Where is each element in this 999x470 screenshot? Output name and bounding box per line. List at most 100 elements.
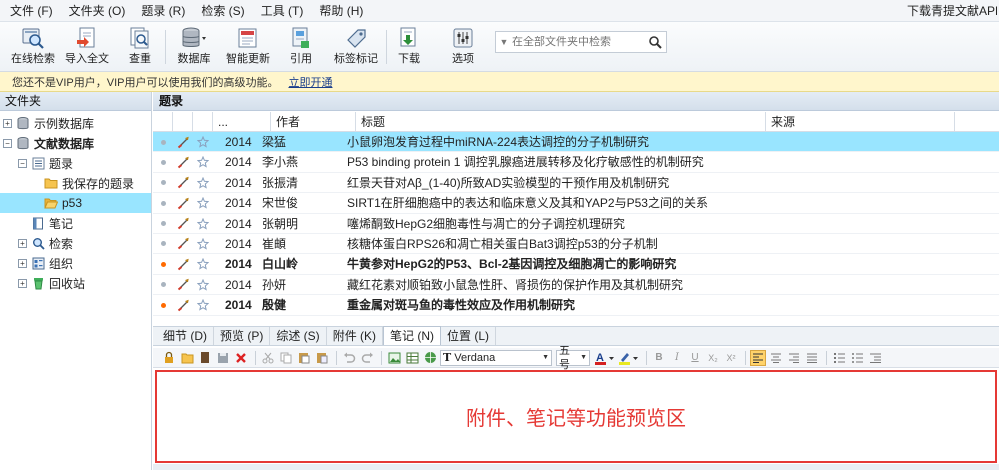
expand-icon[interactable]: + xyxy=(18,258,27,268)
folder-item-my-saved[interactable]: 我保存的题录 xyxy=(44,173,151,193)
insert-image-icon[interactable] xyxy=(386,350,402,366)
lock-icon[interactable] xyxy=(161,350,177,366)
attachment-icon[interactable] xyxy=(173,254,193,274)
superscript-icon[interactable]: X² xyxy=(723,350,739,366)
tab-preview[interactable]: 预览 (P) xyxy=(214,327,271,345)
numbered-list-icon[interactable] xyxy=(831,350,847,366)
attachment-icon[interactable] xyxy=(173,214,193,234)
table-row[interactable]: 2014 张振清 红景天苷对Aβ_(1-40)所致AD实验模型的干预作用及机制研究 xyxy=(153,173,999,194)
attachment-icon[interactable] xyxy=(173,275,193,295)
delete-icon[interactable] xyxy=(233,350,249,366)
folder-item-sample-database[interactable]: + 示例数据库 xyxy=(3,113,151,133)
redo-icon[interactable] xyxy=(359,350,375,366)
star-icon[interactable] xyxy=(193,132,213,152)
duplicate-check-button[interactable]: 查重 xyxy=(120,25,160,69)
tab-details[interactable]: 细节 (D) xyxy=(157,327,214,345)
menu-tools[interactable]: 工具 (T) xyxy=(253,0,312,22)
star-icon[interactable] xyxy=(193,254,213,274)
collapse-icon[interactable]: − xyxy=(18,158,27,168)
folder-item-recycle-bin[interactable]: + 回收站 xyxy=(18,273,151,293)
folder-item-literature-database[interactable]: − 文献数据库 xyxy=(3,133,151,153)
attachment-icon[interactable] xyxy=(173,234,193,254)
star-icon[interactable] xyxy=(193,275,213,295)
vip-activate-link[interactable]: 立即开通 xyxy=(288,74,332,90)
indent-icon[interactable] xyxy=(867,350,883,366)
attachment-icon[interactable] xyxy=(173,132,193,152)
align-right-icon[interactable] xyxy=(786,350,802,366)
underline-icon[interactable]: U xyxy=(687,350,703,366)
column-star[interactable] xyxy=(193,112,213,132)
expand-icon[interactable]: + xyxy=(18,278,27,288)
column-author-header[interactable]: 作者 xyxy=(271,112,356,132)
subscript-icon[interactable]: X₂ xyxy=(705,350,721,366)
align-justify-icon[interactable] xyxy=(804,350,820,366)
bullet-list-icon[interactable] xyxy=(849,350,865,366)
expand-icon[interactable]: + xyxy=(18,238,27,248)
save-icon[interactable] xyxy=(215,350,231,366)
column-title-header[interactable]: 标题 xyxy=(356,112,766,132)
table-row[interactable]: 2014 张朝明 噻烯酮致HepG2细胞毒性与凋亡的分子调控机理研究 xyxy=(153,214,999,234)
star-icon[interactable] xyxy=(193,152,213,172)
column-attachment[interactable] xyxy=(173,112,193,132)
insert-link-icon[interactable] xyxy=(422,350,438,366)
align-center-icon[interactable] xyxy=(768,350,784,366)
table-row[interactable]: 2014 殷健 重金属对斑马鱼的毒性效应及作用机制研究 xyxy=(153,295,999,316)
column-read-status[interactable] xyxy=(153,112,173,132)
menu-help[interactable]: 帮助 (H) xyxy=(311,0,371,22)
tab-notes[interactable]: 笔记 (N) xyxy=(383,326,442,345)
column-year-header[interactable]: ... xyxy=(213,112,271,132)
column-source-header[interactable]: 来源 xyxy=(766,112,955,132)
cut-icon[interactable] xyxy=(260,350,276,366)
search-icon[interactable] xyxy=(644,35,666,49)
bold-icon[interactable]: B xyxy=(651,350,667,366)
import-fulltext-button[interactable]: 导入全文 xyxy=(62,25,112,69)
star-icon[interactable] xyxy=(193,234,213,254)
menu-folder[interactable]: 文件夹 (O) xyxy=(61,0,134,22)
attachment-icon[interactable] xyxy=(173,173,193,193)
notes-preview-area[interactable]: 附件、笔记等功能预览区 xyxy=(155,370,997,463)
attachment-icon[interactable] xyxy=(173,193,193,213)
tab-summary[interactable]: 综述 (S) xyxy=(270,327,327,345)
menu-reference[interactable]: 题录 (R) xyxy=(133,0,193,22)
search-input[interactable] xyxy=(512,36,644,48)
paste-special-icon[interactable] xyxy=(314,350,330,366)
table-row[interactable]: 2014 梁猛 小鼠卵泡发育过程中miRNA-224表达调控的分子机制研究 xyxy=(153,132,999,153)
read-status-icon[interactable] xyxy=(153,295,173,315)
read-status-icon[interactable] xyxy=(153,214,173,234)
table-row[interactable]: 2014 李小燕 P53 binding protein 1 调控乳腺癌进展转移及化… xyxy=(153,152,999,173)
star-icon[interactable] xyxy=(193,173,213,193)
undo-icon[interactable] xyxy=(341,350,357,366)
copy-icon[interactable] xyxy=(278,350,294,366)
download-button[interactable]: 下载 xyxy=(392,25,426,69)
tag-mark-button[interactable]: 标签标记 xyxy=(330,25,382,69)
tab-location[interactable]: 位置 (L) xyxy=(441,327,497,345)
read-status-icon[interactable] xyxy=(153,132,173,152)
star-icon[interactable] xyxy=(193,295,213,315)
menu-file[interactable]: 文件 (F) xyxy=(0,0,61,22)
read-status-icon[interactable] xyxy=(153,275,173,295)
star-icon[interactable] xyxy=(193,214,213,234)
align-left-icon[interactable] xyxy=(750,349,766,366)
smart-update-button[interactable]: 智能更新 xyxy=(222,25,274,69)
read-status-icon[interactable] xyxy=(153,173,173,193)
insert-table-icon[interactable] xyxy=(404,350,420,366)
font-color-icon[interactable]: A xyxy=(594,350,616,366)
table-row[interactable]: 2014 白山岭 牛黄参对HepG2的P53、Bcl-2基因调控及细胞凋亡的影响研究 xyxy=(153,254,999,275)
highlight-icon[interactable] xyxy=(618,350,640,366)
download-app-link[interactable]: 下载青提文献APP xyxy=(907,0,997,22)
table-row[interactable]: 2014 宋世俊 SIRT1在肝细胞癌中的表达和临床意义及其和YAP2与P53之间的… xyxy=(153,193,999,214)
font-size-select[interactable]: 五号 ▼ xyxy=(556,345,590,371)
attachment-icon[interactable] xyxy=(173,152,193,172)
read-status-icon[interactable] xyxy=(153,193,173,213)
cite-button[interactable]: 引用 xyxy=(284,25,318,69)
folder-item-organize[interactable]: + 组织 xyxy=(18,253,151,273)
expand-icon[interactable]: + xyxy=(3,118,12,128)
database-button[interactable]: 数据库 xyxy=(172,25,216,69)
folder-item-notes[interactable]: 笔记 xyxy=(31,213,151,233)
font-family-select[interactable]: T Verdana ▼ xyxy=(440,349,552,366)
italic-icon[interactable]: I xyxy=(669,350,685,366)
folder-item-references[interactable]: − 题录 xyxy=(18,153,151,173)
folder-item-p53[interactable]: p53 xyxy=(0,193,151,213)
read-status-icon[interactable] xyxy=(153,254,173,274)
tab-attachments[interactable]: 附件 (K) xyxy=(327,327,384,345)
